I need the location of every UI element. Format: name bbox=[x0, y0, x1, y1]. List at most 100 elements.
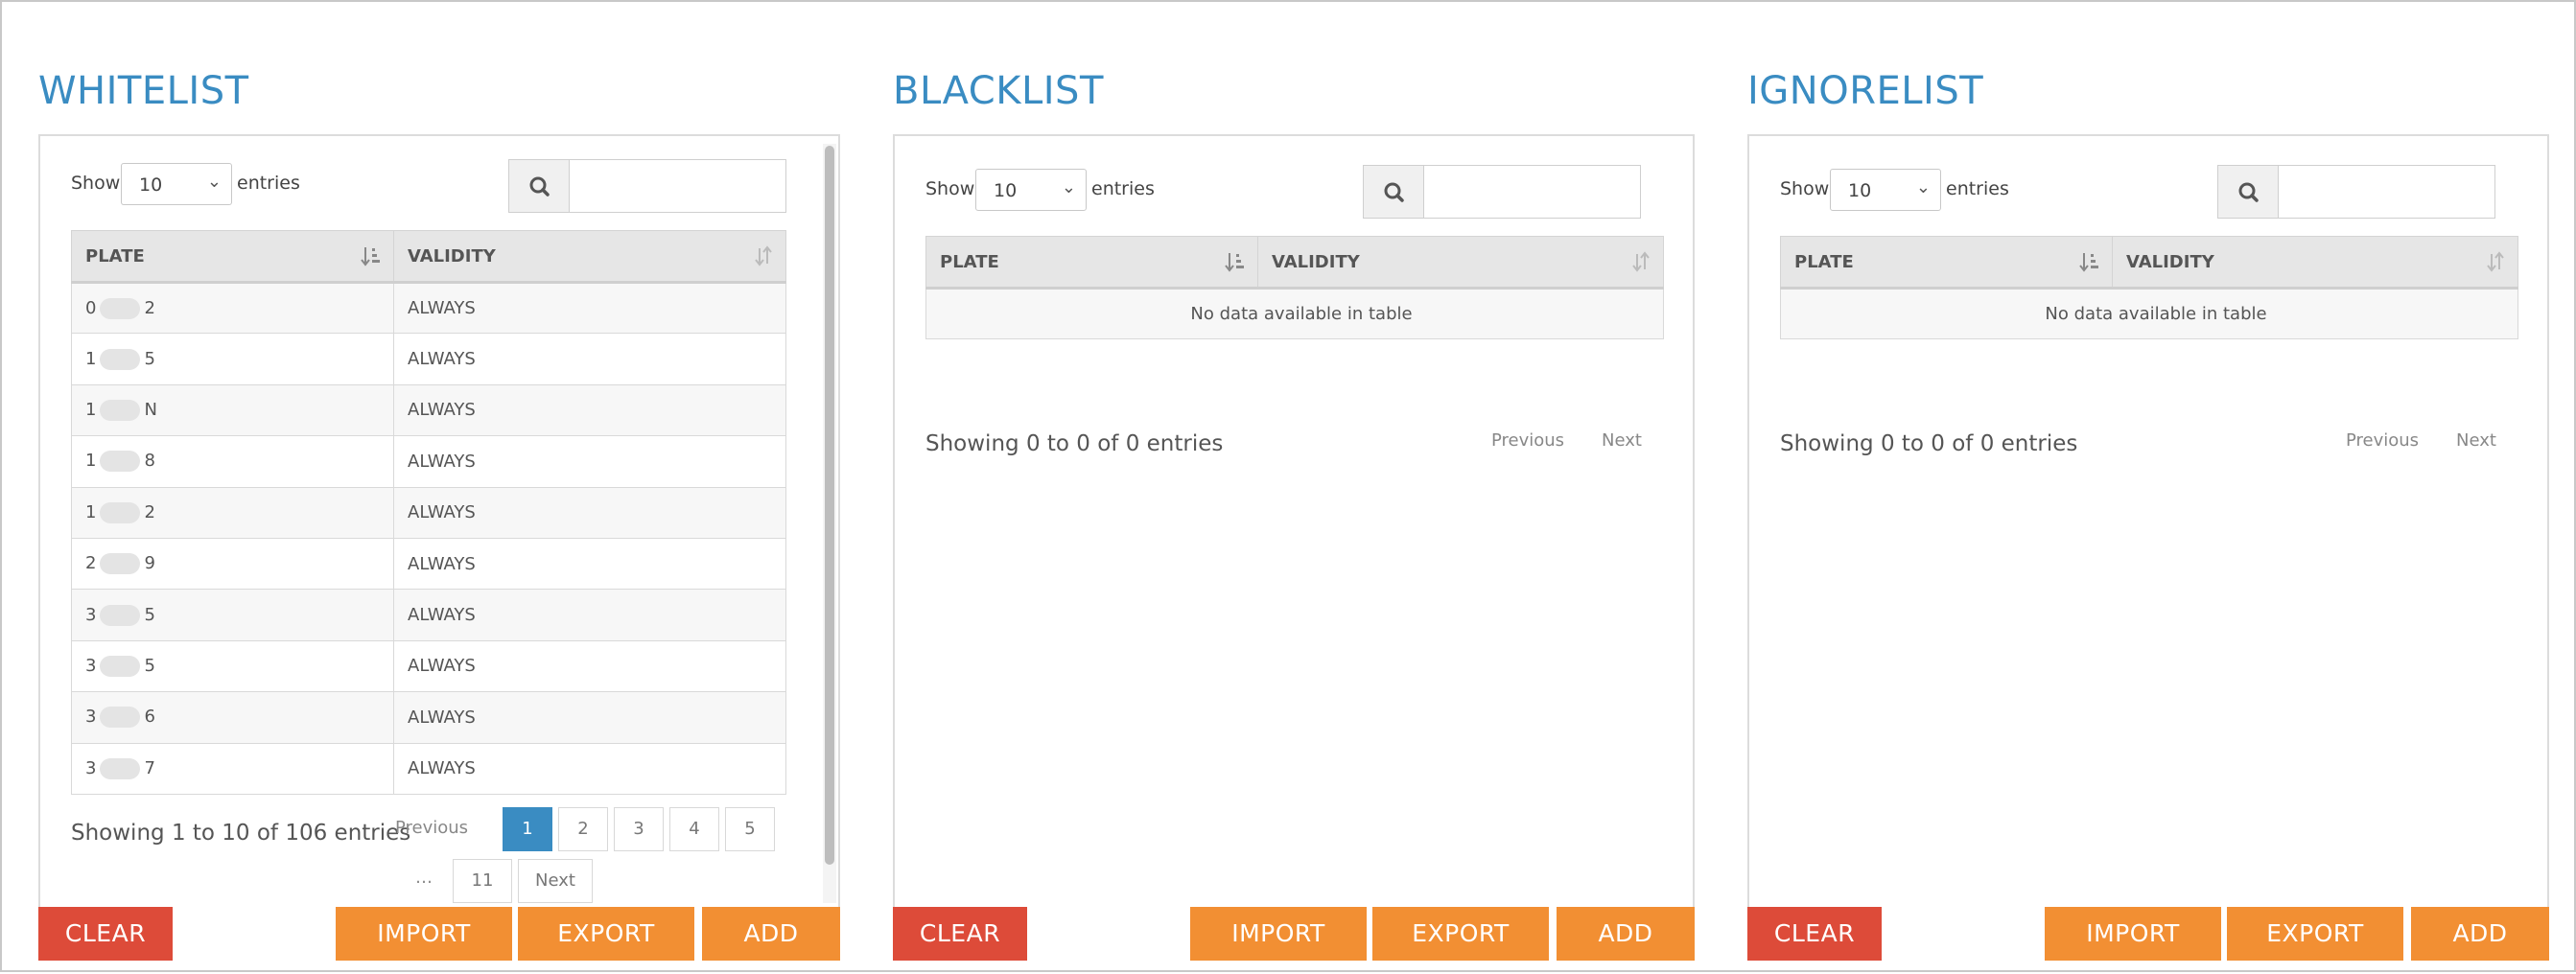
ignorelist-table: PLATE VALIDITY No data available in tabl… bbox=[1780, 236, 2518, 340]
validity-header-label: VALIDITY bbox=[1272, 251, 1360, 272]
ignorelist-table-container: Show 10 ⌄ entries PLATE VALIDITY No data… bbox=[1747, 134, 2549, 909]
plate-cell: 35 bbox=[71, 589, 394, 641]
plate-start: 3 bbox=[85, 655, 97, 676]
plate-start: 1 bbox=[85, 399, 97, 420]
table-row[interactable]: 02 ALWAYS bbox=[71, 281, 786, 335]
plate-column-header[interactable]: PLATE bbox=[71, 230, 394, 284]
whitelist-scrollbar[interactable] bbox=[823, 144, 836, 903]
pagination-page-4[interactable]: 4 bbox=[669, 807, 719, 851]
pagination-page-11[interactable]: 11 bbox=[453, 859, 512, 903]
plate-column-header[interactable]: PLATE bbox=[925, 236, 1258, 290]
pagination-previous[interactable]: Previous bbox=[391, 807, 472, 851]
blacklist-clear-button[interactable]: CLEAR bbox=[893, 907, 1027, 961]
plate-start: 1 bbox=[85, 451, 97, 472]
table-row: No data available in table bbox=[925, 287, 1664, 340]
table-row[interactable]: 12 ALWAYS bbox=[71, 486, 786, 539]
pagination-next[interactable]: Next bbox=[1593, 420, 1651, 464]
blacklist-add-button[interactable]: ADD bbox=[1557, 907, 1695, 961]
plate-end: 9 bbox=[144, 553, 155, 574]
blacklist-page-length-select[interactable]: 10 ⌄ bbox=[975, 169, 1087, 211]
plate-column-header[interactable]: PLATE bbox=[1780, 236, 2113, 290]
scrollbar-thumb[interactable] bbox=[825, 146, 834, 865]
pagination-previous[interactable]: Previous bbox=[1482, 420, 1574, 464]
chevron-down-icon: ⌄ bbox=[1061, 177, 1076, 197]
ignorelist-search-input[interactable] bbox=[2278, 165, 2495, 219]
validity-column-header[interactable]: VALIDITY bbox=[2112, 236, 2518, 290]
plate-cell: 36 bbox=[71, 691, 394, 744]
plate-end: N bbox=[144, 399, 157, 420]
plate-header-label: PLATE bbox=[1794, 251, 1854, 272]
ignorelist-controls: Show 10 ⌄ entries bbox=[1780, 165, 2495, 222]
table-row[interactable]: 1 N ALWAYS bbox=[71, 383, 786, 437]
search-icon bbox=[1384, 182, 1404, 202]
ignorelist-page-length-select[interactable]: 10 ⌄ bbox=[1830, 169, 1941, 211]
validity-cell: ALWAYS bbox=[393, 639, 786, 693]
whitelist-page-length-select[interactable]: 10 ⌄ bbox=[121, 163, 232, 205]
whitelist-title: WHITELIST bbox=[38, 69, 249, 113]
pagination-next[interactable]: Next bbox=[518, 859, 593, 903]
plate-cell: 29 bbox=[71, 537, 394, 591]
whitelist-search-button[interactable] bbox=[508, 159, 570, 213]
pagination-page-1[interactable]: 1 bbox=[503, 807, 552, 851]
app-frame: WHITELIST Show 10 ⌄ entries PLATE VALIDI… bbox=[0, 0, 2576, 972]
blacklist-import-button[interactable]: IMPORT bbox=[1190, 907, 1367, 961]
plate-end: 8 bbox=[144, 451, 155, 472]
validity-cell: ALWAYS bbox=[393, 281, 786, 335]
validity-header-label: VALIDITY bbox=[408, 245, 496, 267]
blacklist-export-button[interactable]: EXPORT bbox=[1372, 907, 1549, 961]
blacklist-table-container: Show 10 ⌄ entries PLATE VALIDITY No data… bbox=[893, 134, 1695, 909]
pagination-page-3[interactable]: 3 bbox=[614, 807, 664, 851]
whitelist-controls: Show 10 ⌄ entries bbox=[71, 159, 786, 217]
table-row[interactable]: 1 8 ALWAYS bbox=[71, 435, 786, 488]
plate-end: 5 bbox=[144, 655, 155, 676]
search-icon bbox=[2238, 182, 2259, 202]
table-row[interactable]: 15 ALWAYS bbox=[71, 333, 786, 385]
whitelist-export-button[interactable]: EXPORT bbox=[518, 907, 694, 961]
ignorelist-import-button[interactable]: IMPORT bbox=[2045, 907, 2221, 961]
plate-cell: 37 bbox=[71, 742, 394, 795]
table-row[interactable]: 29 ALWAYS bbox=[71, 537, 786, 591]
entries-label: entries bbox=[1946, 178, 2009, 199]
blacklist-table: PLATE VALIDITY No data available in tabl… bbox=[925, 236, 1664, 340]
pagination-page-2[interactable]: 2 bbox=[558, 807, 608, 851]
pagination-previous[interactable]: Previous bbox=[2336, 420, 2428, 464]
table-row[interactable]: 37 ALWAYS bbox=[71, 742, 786, 795]
table-header-row: PLATE VALIDITY bbox=[1780, 236, 2518, 290]
sort-ascending-icon bbox=[2079, 253, 2098, 272]
ignorelist-export-button[interactable]: EXPORT bbox=[2227, 907, 2403, 961]
entries-label: entries bbox=[1091, 178, 1155, 199]
whitelist-clear-button[interactable]: CLEAR bbox=[38, 907, 173, 961]
validity-column-header[interactable]: VALIDITY bbox=[1257, 236, 1664, 290]
ignorelist-search-button[interactable] bbox=[2217, 165, 2279, 219]
plate-redaction-mask bbox=[100, 399, 141, 421]
blacklist-search-button[interactable] bbox=[1363, 165, 1424, 219]
plate-redaction-mask bbox=[100, 501, 141, 523]
ignorelist-add-button[interactable]: ADD bbox=[2411, 907, 2549, 961]
plate-redaction-mask bbox=[100, 553, 141, 575]
ignorelist-search bbox=[2217, 165, 2495, 219]
table-row[interactable]: 3 5 ALWAYS bbox=[71, 639, 786, 693]
pagination-page-5[interactable]: 5 bbox=[725, 807, 775, 851]
blacklist-panel: BLACKLIST Show 10 ⌄ entries PLATE VALIDI… bbox=[893, 67, 1695, 974]
table-row[interactable]: 36 ALWAYS bbox=[71, 691, 786, 744]
plate-redaction-mask bbox=[100, 348, 141, 370]
whitelist-add-button[interactable]: ADD bbox=[702, 907, 840, 961]
whitelist-search-input[interactable] bbox=[569, 159, 786, 213]
validity-column-header[interactable]: VALIDITY bbox=[393, 230, 786, 284]
validity-header-label: VALIDITY bbox=[2126, 251, 2214, 272]
plate-end: 7 bbox=[144, 757, 155, 778]
entries-label: entries bbox=[237, 173, 300, 194]
validity-cell: ALWAYS bbox=[393, 383, 786, 437]
ignorelist-clear-button[interactable]: CLEAR bbox=[1747, 907, 1882, 961]
show-label: Show bbox=[925, 178, 975, 199]
validity-cell: ALWAYS bbox=[393, 435, 786, 488]
ignorelist-title: IGNORELIST bbox=[1747, 69, 1984, 113]
table-row[interactable]: 35 ALWAYS bbox=[71, 589, 786, 641]
blacklist-search-input[interactable] bbox=[1423, 165, 1641, 219]
plate-cell: 02 bbox=[71, 281, 394, 335]
whitelist-import-button[interactable]: IMPORT bbox=[336, 907, 512, 961]
page-length-value: 10 bbox=[139, 174, 163, 196]
table-header-row: PLATE VALIDITY bbox=[71, 230, 786, 284]
pagination-next[interactable]: Next bbox=[2447, 420, 2505, 464]
show-label: Show bbox=[71, 173, 121, 194]
